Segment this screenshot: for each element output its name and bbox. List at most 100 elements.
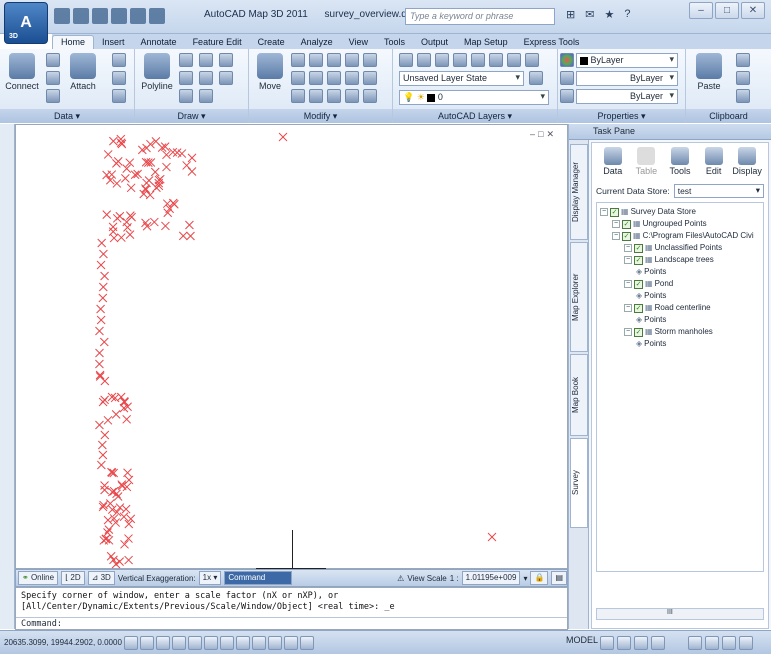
vtab-map-explorer[interactable]: Map Explorer [570,242,588,352]
survey-point-marker[interactable] [142,221,152,231]
lock-toolbar-icon[interactable] [722,636,736,650]
survey-point-marker[interactable] [95,348,104,358]
survey-point-marker[interactable] [107,170,117,179]
layer-tool-icon[interactable] [525,53,539,67]
paste-button[interactable]: Paste [690,53,728,91]
tool-edit[interactable]: Edit [697,147,731,176]
survey-point-marker[interactable] [125,230,135,239]
survey-point-marker[interactable] [100,430,110,440]
survey-point-marker[interactable] [113,492,123,501]
panel-title-data[interactable]: Data ▾ [0,109,134,123]
tree-node[interactable]: ◈ Points [600,338,760,350]
osnap-icon[interactable] [187,635,202,650]
survey-point-marker[interactable] [101,534,111,544]
survey-point-marker[interactable] [109,233,119,243]
survey-point-marker[interactable] [168,147,178,157]
polygon-icon[interactable] [219,71,233,85]
survey-point-marker[interactable] [96,260,106,270]
survey-point-marker[interactable] [109,555,118,565]
navigation-bar-icon[interactable] [651,636,665,650]
data-store-select[interactable]: test [673,184,764,198]
move-button[interactable]: Move [251,53,289,91]
restore-icon[interactable]: □ [715,2,739,19]
tree-checkbox[interactable]: ✓ [634,327,643,337]
tree-checkbox[interactable]: ✓ [610,207,619,217]
tree-node[interactable]: ◈ Points [600,266,760,278]
quick-properties-icon[interactable] [283,635,298,650]
survey-point-marker[interactable] [121,174,130,183]
survey-point-marker[interactable] [150,167,160,177]
survey-point-marker[interactable] [100,481,109,490]
survey-point-marker[interactable] [103,415,113,425]
ribbon-tab-analyze[interactable]: Analyze [293,36,341,49]
tree-node[interactable]: − ✓ ▦ Storm manholes [600,326,760,338]
data-table-icon[interactable] [46,89,60,103]
trim-icon[interactable] [345,71,359,85]
survey-point-marker[interactable] [96,304,105,314]
panel-title-modify[interactable]: Modify ▾ [249,109,392,123]
ribbon-tab-map-setup[interactable]: Map Setup [456,36,516,49]
survey-point-marker[interactable] [278,132,288,142]
survey-point-marker[interactable] [122,414,132,424]
tree-checkbox[interactable]: ✓ [634,243,643,253]
attach-button[interactable]: Attach [64,53,102,91]
survey-point-marker[interactable] [141,184,150,193]
workspace-switch-icon[interactable] [705,636,719,650]
erase-icon[interactable] [363,71,377,85]
mode-3d-button[interactable]: ⊿ 3D [87,571,115,585]
survey-point-marker[interactable] [95,326,104,336]
survey-point-marker[interactable] [186,231,195,241]
survey-point-marker[interactable] [103,515,113,525]
survey-point-marker[interactable] [187,167,197,176]
survey-point-marker[interactable] [104,525,114,535]
undo-icon[interactable] [111,8,127,24]
line-icon[interactable] [199,53,213,67]
copy-icon[interactable] [291,53,305,67]
layer-tool-icon[interactable] [417,53,431,67]
quick-view-layouts-icon[interactable] [617,636,631,650]
survey-point-marker[interactable] [161,221,170,231]
transparency-icon[interactable] [267,635,282,650]
survey-point-marker[interactable] [100,395,109,405]
annotation-scale-icon[interactable] [688,636,702,650]
copy-clip-icon[interactable] [736,53,750,67]
ribbon-tab-home[interactable]: Home [52,35,95,49]
survey-point-marker[interactable] [120,397,129,407]
redo-icon[interactable] [130,8,146,24]
help-search-input[interactable]: Type a keyword or phrase [405,8,555,25]
data-tool-icon[interactable] [112,71,126,85]
online-toggle[interactable]: ⚭ Online [18,571,59,585]
snap-icon[interactable] [123,635,138,650]
survey-point-marker[interactable] [487,532,497,542]
scale-icon[interactable] [327,53,341,67]
survey-point-marker[interactable] [98,282,108,292]
vtab-survey[interactable]: Survey [570,438,588,528]
binoculars-icon[interactable]: ⊞ [566,8,575,21]
stretch-icon[interactable] [309,71,323,85]
ribbon-tab-annotate[interactable]: Annotate [133,36,185,49]
data-tool-icon[interactable] [112,53,126,67]
rotate-icon[interactable] [309,53,323,67]
drawing-canvas[interactable]: –□✕ [15,124,568,569]
clean-screen-icon[interactable] [739,636,753,650]
lineweight-icon[interactable] [560,89,574,103]
ribbon-tab-insert[interactable]: Insert [94,36,133,49]
tree-expander-icon[interactable]: − [624,304,632,312]
tree-expander-icon[interactable]: − [624,280,632,288]
quick-view-drawings-icon[interactable] [634,636,648,650]
layer-state-select[interactable]: Unsaved Layer State [399,71,524,86]
survey-point-marker[interactable] [182,161,192,170]
hatch-icon[interactable] [199,89,213,103]
lineweight-select[interactable]: ByLayer [576,89,678,104]
survey-point-marker[interactable] [115,503,125,512]
tree-node[interactable]: − ✓ ▦ Pond [600,278,760,290]
command-window[interactable]: Specify corner of window, enter a scale … [15,587,568,630]
survey-point-marker[interactable] [124,475,134,485]
survey-point-marker[interactable] [103,528,112,537]
tree-checkbox[interactable]: ✓ [634,279,643,289]
close-icon[interactable]: ✕ [741,2,765,19]
color-select[interactable]: ByLayer [576,53,678,68]
linetype-icon[interactable] [560,71,574,85]
dyn-icon[interactable] [235,635,250,650]
survey-point-marker[interactable] [115,557,125,567]
